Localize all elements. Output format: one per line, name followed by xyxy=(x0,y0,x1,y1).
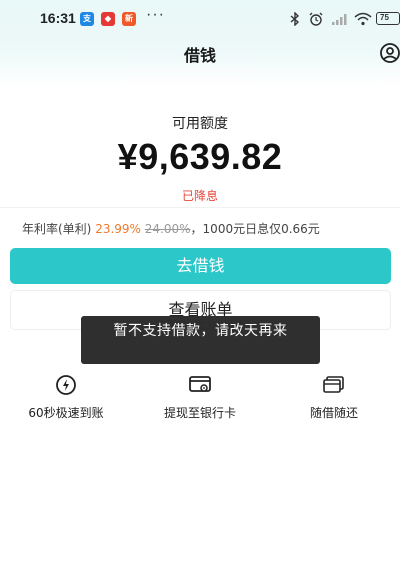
interest-rate-line: 年利率(单利) 23.99% 24.00%，1000元日息仅0.66元 xyxy=(22,220,392,237)
divider xyxy=(0,207,400,208)
app-red-icon: ◆ xyxy=(101,12,115,26)
borrow-button[interactable]: 去借钱 xyxy=(10,248,391,284)
page-title: 借钱 xyxy=(183,46,216,65)
status-time: 16:31 xyxy=(40,10,76,26)
wifi-icon xyxy=(354,12,372,26)
battery-icon: 75 xyxy=(376,12,400,25)
alarm-icon xyxy=(309,12,323,26)
signal-icon xyxy=(332,14,347,25)
withdraw-card-icon xyxy=(189,376,211,392)
toast-message: 暂不支持借款，请改天再来 xyxy=(81,316,320,364)
lightning-clock-icon xyxy=(56,375,76,395)
status-bar: 16:31 支 ◆ 新 ··· 75 xyxy=(0,0,400,36)
bluetooth-icon xyxy=(290,12,300,26)
rate-suffix: ，1000元日息仅0.66元 xyxy=(190,222,320,236)
available-credit-label: 可用额度 xyxy=(172,116,228,132)
feature-flexible-repay: 随借随还 xyxy=(274,374,394,421)
feature-label: 60秒极速到账 xyxy=(28,406,104,420)
cards-icon xyxy=(323,376,344,393)
user-profile-icon[interactable] xyxy=(378,42,400,64)
old-rate: 24.00% xyxy=(144,222,191,236)
rate-reduced-tag: 已降息 xyxy=(181,189,218,203)
feature-label: 提现至银行卡 xyxy=(163,406,236,420)
rate-prefix: 年利率(单利) xyxy=(22,222,96,236)
alipay-icon: 支 xyxy=(80,12,94,26)
loan-page: 16:31 支 ◆ 新 ··· 75 借钱 可用额度 ¥9,639.82 已降息… xyxy=(0,0,400,577)
new-rate: 23.99% xyxy=(95,222,141,236)
feature-fast-arrival: 60秒极速到账 xyxy=(6,374,126,421)
feature-label: 随借随还 xyxy=(309,406,358,420)
available-credit-amount: ¥9,639.82 xyxy=(117,136,283,177)
feature-withdraw-card: 提现至银行卡 xyxy=(140,374,260,421)
news-icon: 新 xyxy=(122,12,136,26)
more-notifications-icon: ··· xyxy=(146,6,165,23)
